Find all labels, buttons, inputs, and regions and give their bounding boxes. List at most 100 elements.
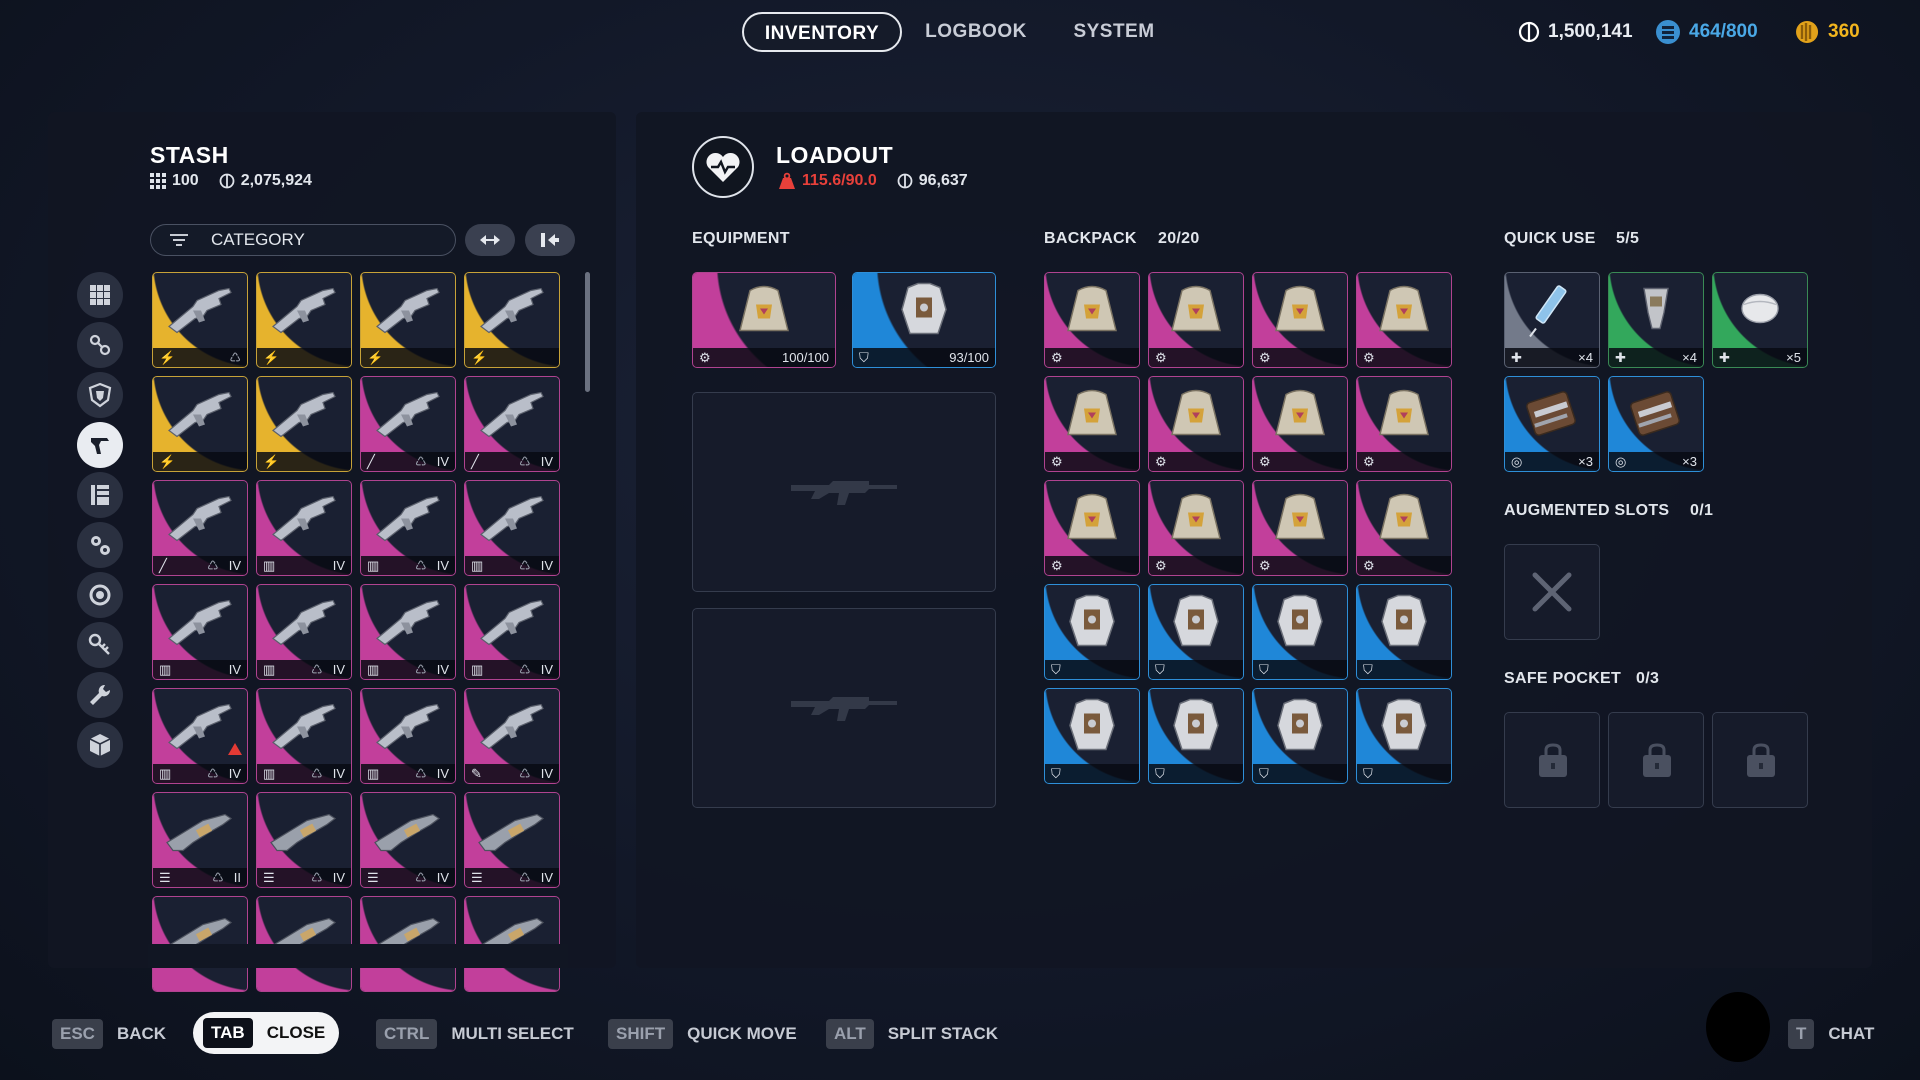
quick-use-item[interactable]: ✚ ×5 [1712, 272, 1808, 368]
quick-use-item[interactable]: ◎ ×3 [1608, 376, 1704, 472]
stash-item[interactable]: ☰ ♺ II [152, 792, 248, 888]
category-shield[interactable] [77, 372, 123, 418]
safe-pocket-slot[interactable] [1712, 712, 1808, 808]
backpack-item[interactable]: ⛉ [1356, 584, 1452, 680]
stash-item[interactable]: ▥ ♺ IV [360, 584, 456, 680]
backpack-item[interactable]: ⚙ [1356, 480, 1452, 576]
coin-icon [897, 173, 913, 189]
quick-use-item[interactable]: ✚ ×4 [1504, 272, 1600, 368]
backpack-item[interactable]: ⚙ [1044, 272, 1140, 368]
stash-item[interactable]: ╱ ♺ IV [464, 376, 560, 472]
coins-value: 1,500,141 [1548, 21, 1633, 42]
category-ring[interactable] [77, 572, 123, 618]
category-mark: ✚ [1511, 349, 1522, 365]
rifle-icon [267, 594, 341, 651]
stash-item[interactable]: ▥ IV [256, 480, 352, 576]
stash-item[interactable]: ⚡ [360, 272, 456, 368]
safe-pocket-slot[interactable] [1504, 712, 1600, 808]
tab-logbook[interactable]: LOGBOOK [920, 12, 1032, 52]
backpack-item[interactable]: ⚙ [1148, 376, 1244, 472]
hint-close[interactable]: TAB CLOSE [193, 1012, 340, 1054]
quick-use-item[interactable]: ✚ ×4 [1608, 272, 1704, 368]
wrench-icon [87, 682, 113, 708]
hint-multi-select[interactable]: CTRL MULTI SELECT [376, 1018, 574, 1050]
tab-system[interactable]: SYSTEM [1062, 12, 1166, 52]
quick-use-item[interactable]: ◎ ×3 [1504, 376, 1600, 472]
tab-inventory[interactable]: INVENTORY [742, 12, 902, 52]
stash-item[interactable]: ▥ ♺ IV [256, 688, 352, 784]
backpack-item[interactable]: ⚙ [1044, 376, 1140, 472]
stash-item[interactable]: ▥ ♺ IV [464, 584, 560, 680]
augmented-slot[interactable] [1504, 544, 1600, 640]
category-mark: ╱ [159, 557, 167, 573]
stash-item[interactable]: ⚡ [256, 376, 352, 472]
stash-item[interactable]: ⚡ [464, 272, 560, 368]
backpack-item[interactable]: ⛉ [1044, 688, 1140, 784]
stash-item[interactable]: ⚡ [152, 376, 248, 472]
stash-item[interactable]: ⚡ [256, 272, 352, 368]
stash-value: 2,075,924 [240, 172, 312, 189]
sort-button[interactable] [525, 224, 575, 256]
backpack-item[interactable]: ⛉ [1044, 584, 1140, 680]
stash-item[interactable]: ✎ ♺ IV [464, 688, 560, 784]
backpack-item[interactable]: ⛉ [1252, 584, 1348, 680]
category-weapon[interactable] [77, 422, 123, 468]
category-filter[interactable]: CATEGORY [150, 224, 456, 256]
equipment-label: EQUIPMENT [692, 230, 790, 247]
tile-footer: ✚ ×5 [1713, 348, 1807, 367]
category-grid[interactable] [77, 272, 123, 318]
stash-item[interactable]: ▥ ♺ IV [360, 688, 456, 784]
backpack-item[interactable]: ⚙ [1252, 376, 1348, 472]
hint-split-stack[interactable]: ALT SPLIT STACK [826, 1018, 998, 1050]
backpack-item[interactable]: ⚙ [1356, 272, 1452, 368]
stash-item[interactable]: ▥ ♺ IV [152, 688, 248, 784]
backpack-item[interactable]: ⚙ [1148, 272, 1244, 368]
backpack-item[interactable]: ⚙ [1044, 480, 1140, 576]
hint-quick-move[interactable]: SHIFT QUICK MOVE [608, 1018, 797, 1050]
hint-back[interactable]: ESC BACK [52, 1018, 166, 1050]
stash-item[interactable]: ▥ ♺ IV [256, 584, 352, 680]
collapse-button[interactable] [465, 224, 515, 256]
stash-scrollbar[interactable] [585, 272, 590, 392]
hint-chat[interactable]: T CHAT [1788, 1018, 1874, 1050]
backpack-item[interactable]: ⚙ [1252, 480, 1348, 576]
backpack-item[interactable]: ⛉ [1148, 688, 1244, 784]
equipment-slot-backpack[interactable]: ⚙ 100/100 [692, 272, 836, 368]
safe-pocket-count: 0/3 [1636, 670, 1660, 687]
backpack-item[interactable]: ⚙ [1252, 272, 1348, 368]
stash-item[interactable]: ▥ ♺ IV [464, 480, 560, 576]
category-mark: ⚙ [1051, 453, 1063, 469]
tile-footer: ☰ ♺ IV [361, 868, 455, 887]
loadout-title: LOADOUT [776, 142, 894, 168]
stash-item[interactable]: ☰ ♺ IV [360, 792, 456, 888]
weapon-slot-1[interactable] [692, 392, 996, 592]
category-cube[interactable] [77, 722, 123, 768]
category-key[interactable] [77, 622, 123, 668]
mod-mark: ♺ [207, 765, 219, 781]
stash-item[interactable]: ▥ ♺ IV [360, 480, 456, 576]
stash-item[interactable]: ☰ ♺ IV [256, 792, 352, 888]
backpack-icon [1164, 488, 1228, 549]
stash-item[interactable]: ╱ ♺ IV [152, 480, 248, 576]
stash-item[interactable]: ⚡ ♺ [152, 272, 248, 368]
backpack-item[interactable]: ⚙ [1356, 376, 1452, 472]
weapon-slot-2[interactable] [692, 608, 996, 808]
category-gears[interactable] [77, 522, 123, 568]
equipment-slot-armor[interactable]: ⛉ 93/100 [852, 272, 996, 368]
backpack-item[interactable]: ⛉ [1148, 584, 1244, 680]
safe-pocket-slot[interactable] [1608, 712, 1704, 808]
stash-item[interactable]: ╱ ♺ IV [360, 376, 456, 472]
category-mark: ⚡ [159, 349, 176, 365]
category-wrench[interactable] [77, 672, 123, 718]
stash-item[interactable]: ☰ ♺ IV [464, 792, 560, 888]
backpack-item[interactable]: ⛉ [1356, 688, 1452, 784]
backpack-item[interactable]: ⛉ [1252, 688, 1348, 784]
armor-icon [1374, 591, 1434, 654]
category-book[interactable] [77, 472, 123, 518]
backpack-item[interactable]: ⚙ [1148, 480, 1244, 576]
stash-clip [148, 944, 568, 968]
category-attachments[interactable] [77, 322, 123, 368]
category-mark: ⚡ [471, 349, 488, 365]
tile-footer: ⚙ [1357, 452, 1451, 471]
stash-item[interactable]: ▥ IV [152, 584, 248, 680]
